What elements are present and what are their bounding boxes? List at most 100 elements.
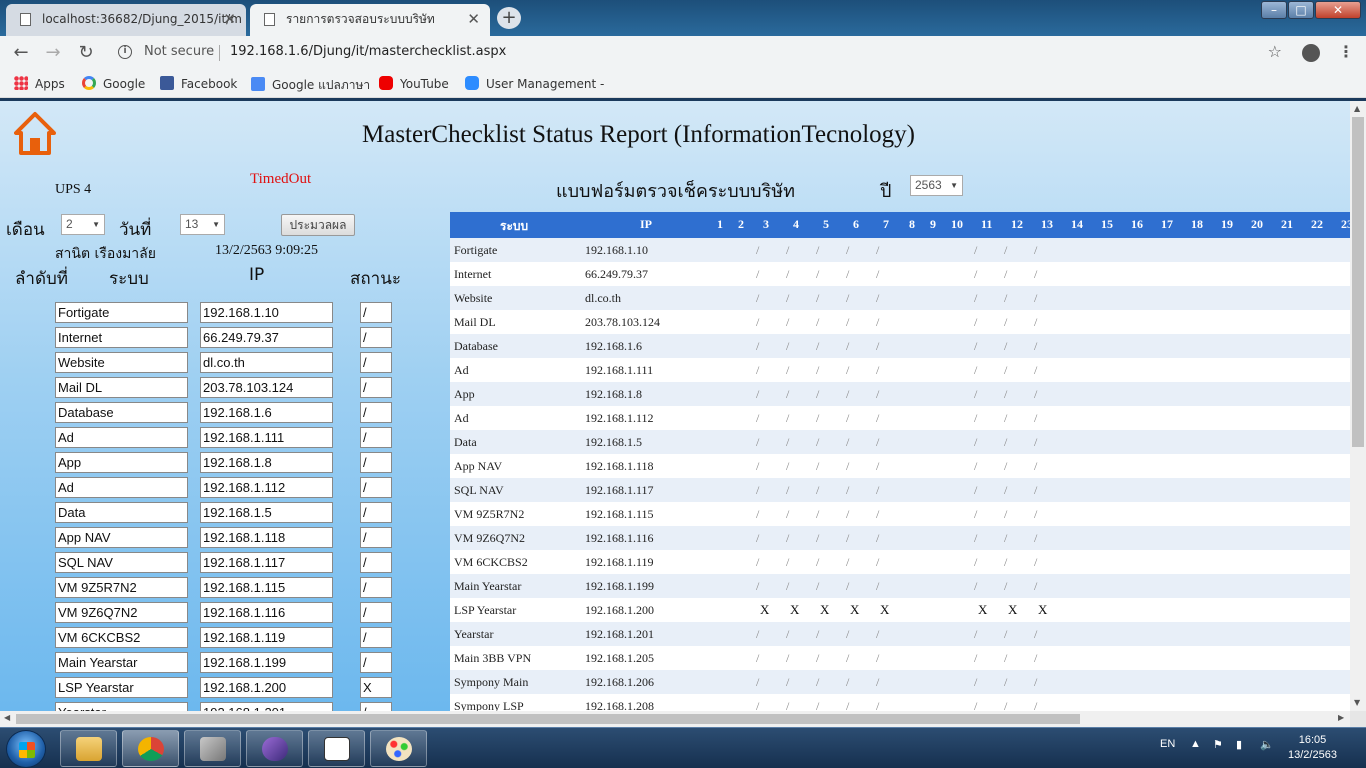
- status-field[interactable]: /: [360, 552, 392, 573]
- start-button[interactable]: [6, 730, 46, 768]
- status-field[interactable]: /: [360, 402, 392, 423]
- vertical-scrollbar[interactable]: ▲ ▼: [1350, 101, 1366, 711]
- ip-field[interactable]: 192.168.1.6: [200, 402, 333, 423]
- bookmark-user-management[interactable]: User Management -: [465, 76, 604, 91]
- day-select[interactable]: 13 ▼: [180, 214, 225, 235]
- bookmark-google-translate[interactable]: Google แปลภาษา: [251, 76, 370, 95]
- security-label[interactable]: Not secure: [144, 44, 214, 59]
- ip-field[interactable]: 192.168.1.115: [200, 577, 333, 598]
- ip-field[interactable]: 192.168.1.117: [200, 552, 333, 573]
- status-field[interactable]: X: [360, 677, 392, 698]
- ip-field[interactable]: 192.168.1.200: [200, 677, 333, 698]
- system-field[interactable]: Main Yearstar: [55, 652, 188, 673]
- system-field[interactable]: Website: [55, 352, 188, 373]
- taskbar-explorer[interactable]: [60, 730, 117, 767]
- system-field[interactable]: App: [55, 452, 188, 473]
- scroll-thumb[interactable]: [16, 714, 1080, 724]
- ip-field[interactable]: 192.168.1.10: [200, 302, 333, 323]
- ip-field[interactable]: 192.168.1.111: [200, 427, 333, 448]
- month-select[interactable]: 2 ▼: [61, 214, 105, 235]
- system-field[interactable]: Fortigate: [55, 302, 188, 323]
- volume-icon[interactable]: 🔈: [1260, 738, 1274, 751]
- show-hidden-icons-icon[interactable]: ▲: [1190, 738, 1201, 750]
- ip-field[interactable]: 192.168.1.118: [200, 527, 333, 548]
- status-field[interactable]: /: [360, 577, 392, 598]
- minimize-button[interactable]: –: [1261, 1, 1287, 19]
- bookmark-star-icon[interactable]: ☆: [1268, 42, 1282, 61]
- close-window-button[interactable]: ✕: [1315, 1, 1361, 19]
- system-field[interactable]: Data: [55, 502, 188, 523]
- system-field[interactable]: Yearstar: [55, 702, 188, 711]
- ip-field[interactable]: dl.co.th: [200, 352, 333, 373]
- bookmark-apps[interactable]: Apps: [14, 76, 65, 91]
- network-icon[interactable]: ▮: [1236, 738, 1242, 751]
- status-field[interactable]: /: [360, 502, 392, 523]
- taskbar-vnc[interactable]: [308, 730, 365, 767]
- close-tab-icon[interactable]: ✕: [467, 4, 480, 34]
- status-field[interactable]: /: [360, 702, 392, 711]
- taskbar-tools[interactable]: [184, 730, 241, 767]
- profile-icon[interactable]: [1302, 44, 1320, 62]
- system-field[interactable]: SQL NAV: [55, 552, 188, 573]
- scroll-up-icon[interactable]: ▲: [1354, 104, 1360, 113]
- status-field[interactable]: /: [360, 377, 392, 398]
- info-icon[interactable]: i: [118, 45, 132, 59]
- scroll-right-icon[interactable]: ▶: [1338, 713, 1344, 722]
- clock[interactable]: 16:05 13/2/2563: [1288, 733, 1337, 763]
- new-tab-button[interactable]: +: [497, 7, 521, 29]
- ip-field[interactable]: 66.249.79.37: [200, 327, 333, 348]
- system-field[interactable]: Ad: [55, 477, 188, 498]
- system-field[interactable]: VM 9Z5R7N2: [55, 577, 188, 598]
- status-field[interactable]: /: [360, 452, 392, 473]
- status-field[interactable]: /: [360, 327, 392, 348]
- url-text[interactable]: 192.168.1.6/Djung/it/masterchecklist.asp…: [230, 44, 506, 59]
- system-field[interactable]: VM 9Z6Q7N2: [55, 602, 188, 623]
- ip-field[interactable]: 192.168.1.201: [200, 702, 333, 711]
- scroll-thumb[interactable]: [1352, 117, 1364, 447]
- status-field[interactable]: /: [360, 627, 392, 648]
- ip-field[interactable]: 192.168.1.116: [200, 602, 333, 623]
- taskbar-visual-studio[interactable]: [246, 730, 303, 767]
- system-field[interactable]: Mail DL: [55, 377, 188, 398]
- taskbar-paint[interactable]: [370, 730, 427, 767]
- status-field[interactable]: /: [360, 477, 392, 498]
- ip-field[interactable]: 192.168.1.119: [200, 627, 333, 648]
- status-field[interactable]: /: [360, 352, 392, 373]
- process-button[interactable]: ประมวลผล: [281, 214, 355, 236]
- home-icon[interactable]: [14, 111, 56, 155]
- maximize-button[interactable]: □: [1288, 1, 1314, 19]
- system-field[interactable]: Database: [55, 402, 188, 423]
- system-field[interactable]: Ad: [55, 427, 188, 448]
- status-field[interactable]: /: [360, 602, 392, 623]
- ip-field[interactable]: 192.168.1.8: [200, 452, 333, 473]
- language-indicator[interactable]: EN: [1160, 738, 1175, 750]
- status-field[interactable]: /: [360, 527, 392, 548]
- status-field[interactable]: /: [360, 302, 392, 323]
- year-select[interactable]: 2563 ▼: [910, 175, 963, 196]
- ip-field[interactable]: 192.168.1.5: [200, 502, 333, 523]
- menu-icon[interactable]: ⋮: [1338, 42, 1354, 61]
- back-icon[interactable]: ←: [10, 42, 32, 64]
- close-tab-icon[interactable]: ✕: [223, 4, 236, 34]
- status-field[interactable]: /: [360, 652, 392, 673]
- bookmark-google[interactable]: Google: [82, 76, 145, 91]
- system-field[interactable]: App NAV: [55, 527, 188, 548]
- ip-field[interactable]: 192.168.1.199: [200, 652, 333, 673]
- tab-localhost[interactable]: localhost:36682/Djung_2015/it/m ✕: [6, 4, 246, 36]
- ip-field[interactable]: 192.168.1.112: [200, 477, 333, 498]
- bookmark-youtube[interactable]: YouTube: [379, 76, 449, 91]
- horizontal-scrollbar[interactable]: ◀ ▶: [0, 711, 1350, 727]
- reload-icon[interactable]: ↻: [75, 42, 97, 64]
- forward-icon[interactable]: →: [42, 42, 64, 64]
- system-field[interactable]: LSP Yearstar: [55, 677, 188, 698]
- status-field[interactable]: /: [360, 427, 392, 448]
- system-field[interactable]: VM 6CKCBS2: [55, 627, 188, 648]
- action-center-icon[interactable]: ⚑: [1213, 738, 1223, 751]
- system-field[interactable]: Internet: [55, 327, 188, 348]
- bookmark-facebook[interactable]: Facebook: [160, 76, 237, 91]
- ip-field[interactable]: 203.78.103.124: [200, 377, 333, 398]
- tab-masterchecklist[interactable]: รายการตรวจสอบระบบบริษัท ✕: [250, 4, 490, 36]
- taskbar-chrome[interactable]: [122, 730, 179, 767]
- scroll-down-icon[interactable]: ▼: [1354, 698, 1360, 707]
- scroll-left-icon[interactable]: ◀: [4, 713, 10, 722]
